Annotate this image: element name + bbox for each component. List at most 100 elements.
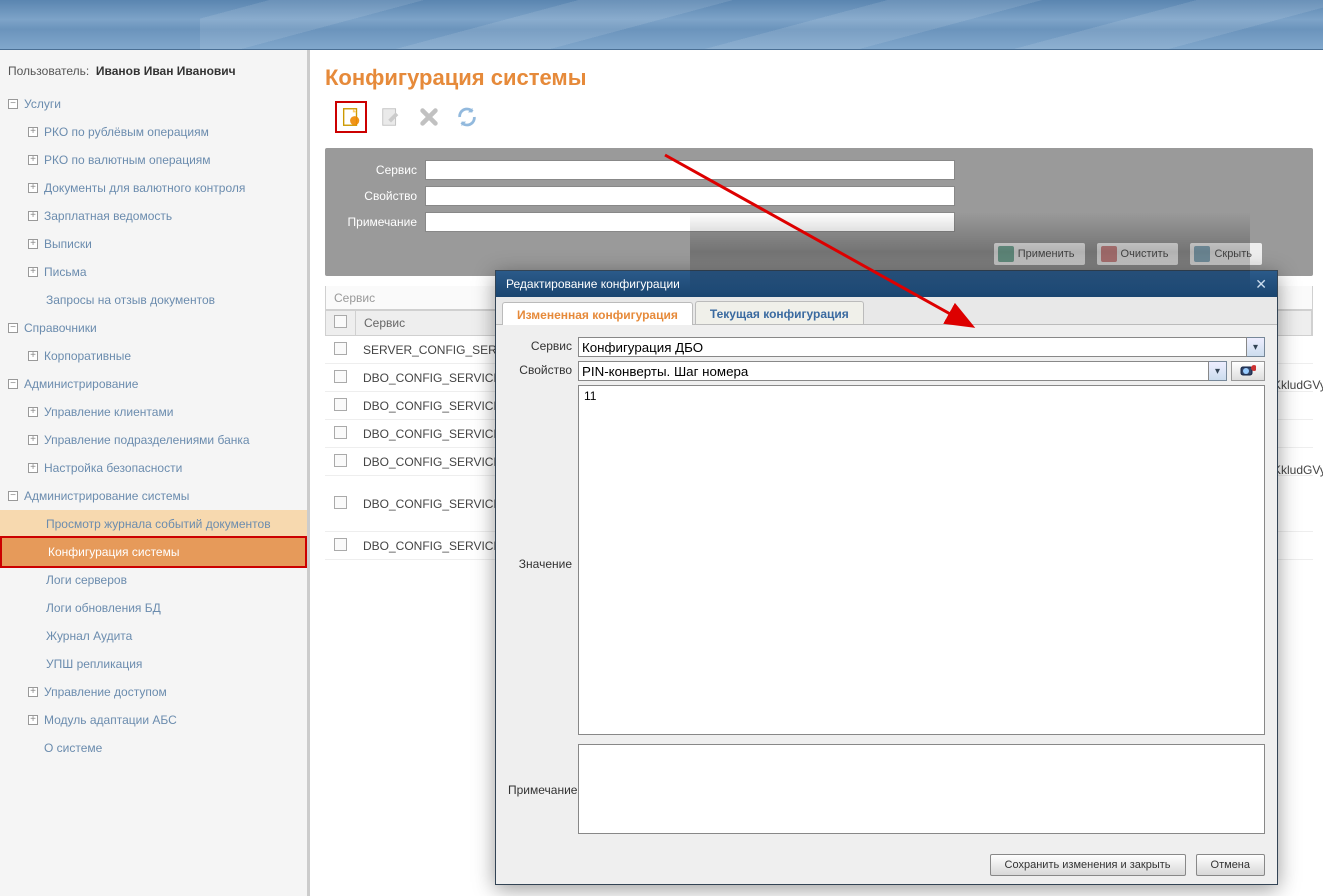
- plus-icon: +: [28, 463, 38, 473]
- refresh-button[interactable]: [453, 103, 481, 131]
- modal-value-label: Значение: [508, 555, 578, 571]
- minus-icon: −: [8, 99, 18, 109]
- plus-icon: +: [28, 351, 38, 361]
- row-service: DBO_CONFIG_SERVICE: [355, 366, 505, 390]
- edit-icon: [380, 106, 402, 128]
- plus-icon: +: [28, 183, 38, 193]
- nav-db-logs[interactable]: Логи обновления БД: [0, 594, 307, 622]
- nav-val-control[interactable]: +Документы для валютного контроля: [0, 174, 307, 202]
- nav-clients[interactable]: +Управление клиентами: [0, 398, 307, 426]
- filter-note-input[interactable]: [425, 212, 955, 232]
- nav-rko-rub[interactable]: +РКО по рублёвым операциям: [0, 118, 307, 146]
- row-checkbox[interactable]: [334, 538, 347, 551]
- delete-button[interactable]: [415, 103, 443, 131]
- clear-button[interactable]: Очистить: [1096, 242, 1180, 266]
- filter-property-input[interactable]: [425, 186, 955, 206]
- modal-note-label: Примечание: [508, 781, 578, 797]
- dialog-footer: Сохранить изменения и закрыть Отмена: [496, 846, 1277, 884]
- nav-abs[interactable]: +Модуль адаптации АБС: [0, 706, 307, 734]
- row-service: DBO_CONFIG_SERVICE: [355, 422, 505, 446]
- filter-service-input[interactable]: [425, 160, 955, 180]
- modal-note-textarea[interactable]: [578, 744, 1265, 834]
- dialog-tabs: Измененная конфигурация Текущая конфигур…: [496, 297, 1277, 325]
- row-service: DBO_CONFIG_SERVICE: [355, 492, 505, 516]
- plus-icon: +: [28, 155, 38, 165]
- row-checkbox[interactable]: [334, 454, 347, 467]
- filter-service-label: Сервис: [345, 163, 425, 177]
- nav-about[interactable]: О системе: [0, 734, 307, 762]
- row-checkbox[interactable]: [334, 496, 347, 509]
- nav-refs[interactable]: −Справочники: [0, 314, 307, 342]
- minus-icon: −: [8, 491, 18, 501]
- nav-event-log[interactable]: Просмотр журнала событий документов: [0, 510, 307, 538]
- plus-icon: +: [28, 407, 38, 417]
- nav-server-logs[interactable]: Логи серверов: [0, 566, 307, 594]
- new-button[interactable]: [335, 101, 367, 133]
- nav-statements[interactable]: +Выписки: [0, 230, 307, 258]
- dialog-title: Редактирование конфигурации: [506, 277, 680, 291]
- sidebar: Пользователь: Иванов Иван Иванович −Услу…: [0, 50, 310, 896]
- modal-service-select[interactable]: [578, 337, 1247, 357]
- row-service: DBO_CONFIG_SERVICE: [355, 450, 505, 474]
- edit-button[interactable]: [377, 103, 405, 131]
- row-checkbox[interactable]: [334, 370, 347, 383]
- row-checkbox[interactable]: [334, 342, 347, 355]
- save-close-button[interactable]: Сохранить изменения и закрыть: [990, 854, 1186, 876]
- tab-changed-config[interactable]: Измененная конфигурация: [502, 302, 693, 325]
- lookup-icon: [1240, 364, 1256, 378]
- plus-icon: +: [28, 687, 38, 697]
- close-icon[interactable]: ✕: [1255, 276, 1267, 293]
- plus-icon: +: [28, 239, 38, 249]
- page-title: Конфигурация системы: [325, 65, 1313, 91]
- col-service[interactable]: Сервис: [356, 311, 506, 335]
- dropdown-icon[interactable]: [1247, 337, 1265, 357]
- nav-corporate[interactable]: +Корпоративные: [0, 342, 307, 370]
- nav-ups[interactable]: УПШ репликация: [0, 650, 307, 678]
- modal-property-select[interactable]: [578, 361, 1209, 381]
- delete-icon: [418, 106, 440, 128]
- dialog-title-bar[interactable]: Редактирование конфигурации ✕: [496, 271, 1277, 297]
- row-checkbox[interactable]: [334, 398, 347, 411]
- hide-button[interactable]: Скрыть: [1189, 242, 1263, 266]
- refresh-icon: [456, 106, 478, 128]
- nav-sysadmin[interactable]: −Администрирование системы: [0, 482, 307, 510]
- nav-rko-val[interactable]: +РКО по валютным операциям: [0, 146, 307, 174]
- dialog-body: Сервис Свойство Значение Примечание: [496, 325, 1277, 846]
- nav-letters[interactable]: +Письма: [0, 258, 307, 286]
- nav-branches[interactable]: +Управление подразделениями банка: [0, 426, 307, 454]
- nav-sys-config[interactable]: Конфигурация системы: [2, 538, 305, 566]
- select-all-checkbox[interactable]: [334, 315, 347, 328]
- nav-highlight: Конфигурация системы: [0, 536, 307, 568]
- row-service: SERVER_CONFIG_SERVICE: [355, 338, 505, 362]
- plus-icon: +: [28, 127, 38, 137]
- plus-icon: +: [28, 267, 38, 277]
- row-service: DBO_CONFIG_SERVICE: [355, 534, 505, 558]
- new-doc-icon: [340, 106, 362, 128]
- nav-recall[interactable]: Запросы на отзыв документов: [0, 286, 307, 314]
- edit-config-dialog: Редактирование конфигурации ✕ Измененная…: [495, 270, 1278, 885]
- minus-icon: −: [8, 379, 18, 389]
- truncated-text-2: KkludGVybm: [1273, 463, 1323, 477]
- apply-button[interactable]: Применить: [993, 242, 1086, 266]
- top-banner: [0, 0, 1323, 50]
- filter-panel: Сервис Свойство Примечание Применить Очи…: [325, 148, 1313, 276]
- nav-audit[interactable]: Журнал Аудита: [0, 622, 307, 650]
- plus-icon: +: [28, 211, 38, 221]
- tab-current-config[interactable]: Текущая конфигурация: [695, 301, 864, 324]
- lookup-button[interactable]: [1231, 361, 1265, 381]
- nav-admin[interactable]: −Администрирование: [0, 370, 307, 398]
- truncated-text: KkludGVybm: [1273, 378, 1323, 392]
- modal-value-textarea[interactable]: [578, 385, 1265, 735]
- dropdown-icon[interactable]: [1209, 361, 1227, 381]
- minus-icon: −: [8, 323, 18, 333]
- user-line: Пользователь: Иванов Иван Иванович: [0, 58, 307, 90]
- cancel-button[interactable]: Отмена: [1196, 854, 1265, 876]
- row-checkbox[interactable]: [334, 426, 347, 439]
- filter-property-label: Свойство: [345, 189, 425, 203]
- nav-security[interactable]: +Настройка безопасности: [0, 454, 307, 482]
- nav-salary[interactable]: +Зарплатная ведомость: [0, 202, 307, 230]
- plus-icon: +: [28, 715, 38, 725]
- nav-access[interactable]: +Управление доступом: [0, 678, 307, 706]
- toolbar: [325, 101, 1313, 133]
- nav-services[interactable]: −Услуги: [0, 90, 307, 118]
